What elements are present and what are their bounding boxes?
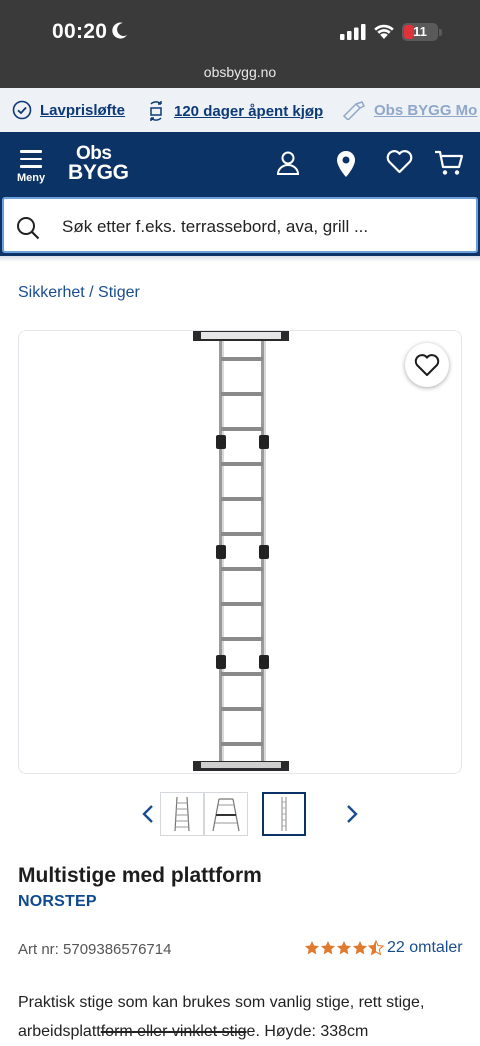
article-number: Art nr: 5709386576714 [18,941,172,958]
refresh-icon [150,101,162,121]
thumbnail-3-selected[interactable] [262,792,306,836]
review-count: 22 omtaler [387,939,463,956]
usp-bar: Lavprisløfte 120 dager åpent kjøp Obs BY… [0,88,480,132]
cart-icon[interactable] [434,150,464,176]
breadcrumb[interactable]: Sikkerhet / Stiger [18,284,140,302]
search-placeholder: Søk etter f.eks. terrassebord, ava, gril… [62,217,369,236]
search-icon [17,217,40,240]
battery-tip [439,29,442,36]
heart-icon[interactable] [386,150,413,174]
battery-indicator: 11 [402,23,438,41]
check-circle-icon [12,100,32,120]
thumbnail-strip [0,790,480,838]
status-bar: 00:20 11 obsbygg.no [0,0,480,88]
usp-label: Obs BYGG Mo [374,101,478,119]
address-bar-url[interactable]: obsbygg.no [0,64,480,80]
thumbnail-image [212,798,240,832]
usp-item-lavprisloefte[interactable]: Lavprisløfte [12,100,125,120]
star-icon [305,941,319,955]
header-shadow [0,256,480,262]
usp-item-aapent-kjoep[interactable]: 120 dager åpent kjøp [146,100,323,122]
thumbnail-image [281,797,287,831]
search-input[interactable]: Søk etter f.eks. terrassebord, ava, gril… [2,197,478,253]
heart-outline-icon [414,353,440,376]
menu-button[interactable]: Meny [14,150,48,184]
favorite-button[interactable] [405,343,449,387]
star-icon [321,941,335,955]
moon-icon [112,22,127,39]
search-bar: Søk etter f.eks. terrassebord, ava, gril… [0,194,480,256]
menu-label: Meny [16,171,46,184]
product-brand[interactable]: NORSTEP [18,893,97,911]
tools-icon [342,101,366,120]
hamburger-icon [20,150,42,153]
usp-label: 120 dager åpent kjøp [174,102,324,120]
product-title: Multistige med plattform [18,864,262,887]
thumbnail-2[interactable] [204,792,248,836]
signal-icon [340,24,366,40]
product-description: Praktisk stige som kan brukes som vanlig… [18,994,425,1040]
usp-label: Lavprisløfte [40,101,126,119]
star-rating [304,940,384,956]
user-icon[interactable] [276,150,300,176]
star-icon [353,941,367,955]
chevron-left-icon[interactable] [142,804,154,824]
wifi-icon [374,24,394,39]
usp-item-obs-bygg[interactable]: Obs BYGG Mo [342,100,477,120]
clock: 00:20 [52,20,108,43]
site-logo[interactable]: Obs BYGG [68,144,129,183]
product-image-ladder [193,331,289,771]
thumbnail-image [174,796,190,832]
chevron-right-icon[interactable] [346,804,358,824]
star-icon [337,941,351,955]
product-image-gallery[interactable] [18,330,462,774]
site-header: Meny Obs BYGG [0,132,480,194]
location-icon[interactable] [336,150,356,178]
battery-percent: 11 [413,24,427,39]
star-half-icon [368,940,384,956]
thumbnail-1[interactable] [160,792,204,836]
product-rating[interactable]: 22 omtaler [304,939,463,957]
